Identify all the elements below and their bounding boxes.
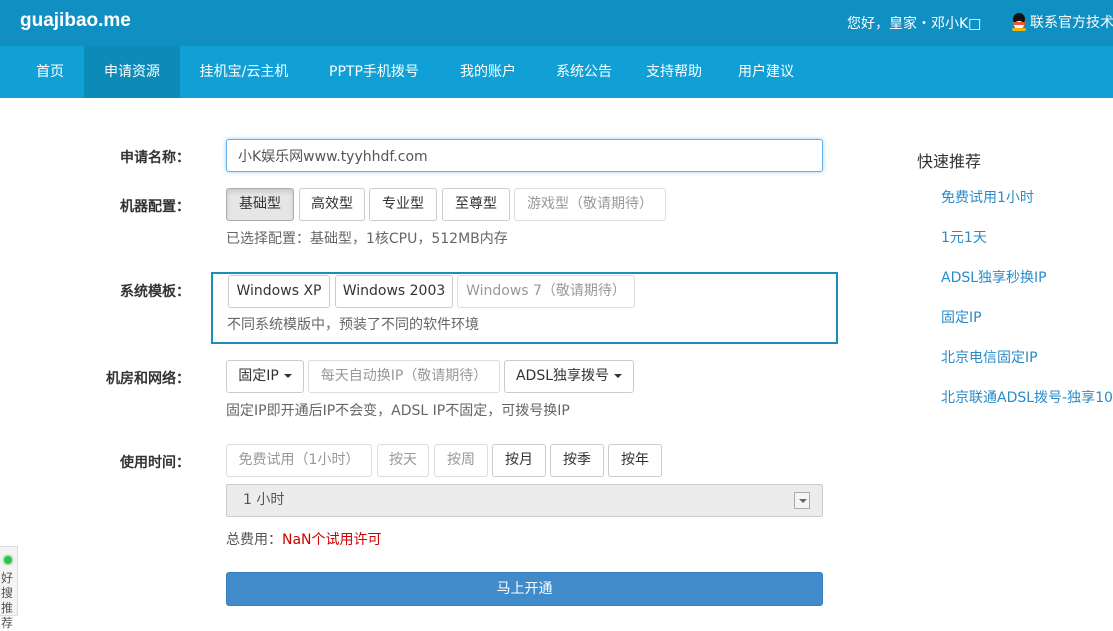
- time-yearly-button[interactable]: 按年: [608, 444, 662, 477]
- config-label: 机器配置：: [120, 199, 190, 215]
- config-efficient-button[interactable]: 高效型: [299, 188, 365, 221]
- nav-announcements[interactable]: 系统公告: [542, 46, 626, 98]
- contact-support-label: 联系官方技术: [1030, 15, 1113, 31]
- user-greeting[interactable]: 您好，皇家・邓小K□: [847, 13, 981, 33]
- sidebar-link-bj-telecom[interactable]: 北京电信固定IP: [941, 347, 1038, 367]
- nav-vps[interactable]: 挂机宝/云主机: [186, 46, 302, 98]
- time-monthly-button[interactable]: 按月: [492, 444, 546, 477]
- nav-home[interactable]: 首页: [18, 46, 82, 98]
- duration-value: 1 小时: [243, 492, 285, 508]
- time-daily-button[interactable]: 按天: [377, 444, 429, 477]
- sidebar-link-fixed-ip[interactable]: 固定IP: [941, 307, 982, 327]
- template-hint: 不同系统模版中，预装了不同的软件环境: [227, 317, 479, 333]
- chevron-down-icon: [283, 374, 292, 378]
- config-game-button: 游戏型（敬请期待）: [514, 188, 666, 221]
- network-adsl-dropdown[interactable]: ADSL独享拨号: [504, 360, 634, 393]
- qq-penguin-icon: [1011, 13, 1027, 31]
- network-daily-ip-button: 每天自动换IP（敬请期待）: [308, 360, 500, 393]
- floating-recommend-tab[interactable]: 好搜推荐: [0, 546, 18, 630]
- network-label: 机房和网络：: [106, 371, 190, 387]
- total-cost-label: 总费用：: [226, 532, 282, 548]
- duration-select[interactable]: 1 小时: [226, 484, 823, 517]
- submit-button[interactable]: 马上开通: [226, 572, 823, 606]
- time-weekly-button[interactable]: 按周: [434, 444, 488, 477]
- application-name-input[interactable]: [226, 139, 823, 172]
- sidebar-link-adsl[interactable]: ADSL独享秒换IP: [941, 267, 1047, 287]
- network-hint: 固定IP即开通后IP不会变，ADSL IP不固定，可拨号换IP: [226, 403, 570, 419]
- sidebar-link-free-trial[interactable]: 免费试用1小时: [941, 187, 1034, 207]
- floating-recommend-text: 好搜推荐: [0, 571, 13, 630]
- nav-apply-resource[interactable]: 申请资源: [84, 46, 180, 98]
- config-pro-button[interactable]: 专业型: [369, 188, 437, 221]
- nav-pptp[interactable]: PPTP手机拨号: [314, 46, 434, 98]
- time-free-trial-button[interactable]: 免费试用（1小时）: [226, 444, 372, 477]
- top-bar: guajibao.me 您好，皇家・邓小K□ 联系官方技术: [0, 0, 1113, 46]
- site-logo[interactable]: guajibao.me: [20, 10, 131, 32]
- config-supreme-button[interactable]: 至尊型: [442, 188, 510, 221]
- name-label: 申请名称：: [120, 150, 190, 166]
- sidebar-title: 快速推荐: [917, 152, 982, 171]
- total-cost-value: NaN个试用许可: [282, 532, 382, 548]
- nav-feedback[interactable]: 用户建议: [724, 46, 808, 98]
- chevron-down-icon: [614, 374, 623, 378]
- template-label: 系统模板：: [120, 284, 190, 300]
- config-hint: 已选择配置：基础型，1核CPU，512MB内存: [226, 231, 508, 247]
- status-dot-icon: [2, 554, 14, 566]
- network-fixed-ip-label: 固定IP: [238, 368, 279, 384]
- config-basic-button[interactable]: 基础型: [226, 188, 294, 221]
- network-adsl-label: ADSL独享拨号: [515, 368, 610, 384]
- template-win7-button: Windows 7（敬请期待）: [457, 275, 635, 308]
- nav-support[interactable]: 支持帮助: [632, 46, 716, 98]
- chevron-down-icon: [794, 492, 810, 509]
- time-label: 使用时间：: [120, 455, 190, 471]
- main-nav: 首页 申请资源 挂机宝/云主机 PPTP手机拨号 我的账户 系统公告 支持帮助 …: [0, 46, 1113, 98]
- contact-support-link[interactable]: 联系官方技术: [1011, 12, 1113, 32]
- total-cost: 总费用：NaN个试用许可: [226, 529, 382, 549]
- nav-my-account[interactable]: 我的账户: [446, 46, 530, 98]
- time-quarterly-button[interactable]: 按季: [550, 444, 604, 477]
- template-win2003-button[interactable]: Windows 2003: [335, 275, 453, 308]
- network-fixed-ip-dropdown[interactable]: 固定IP: [226, 360, 304, 393]
- sidebar-link-bj-unicom[interactable]: 北京联通ADSL拨号-独享10M: [941, 387, 1113, 407]
- sidebar-link-1yuan[interactable]: 1元1天: [941, 227, 987, 247]
- template-winxp-button[interactable]: Windows XP: [228, 275, 330, 308]
